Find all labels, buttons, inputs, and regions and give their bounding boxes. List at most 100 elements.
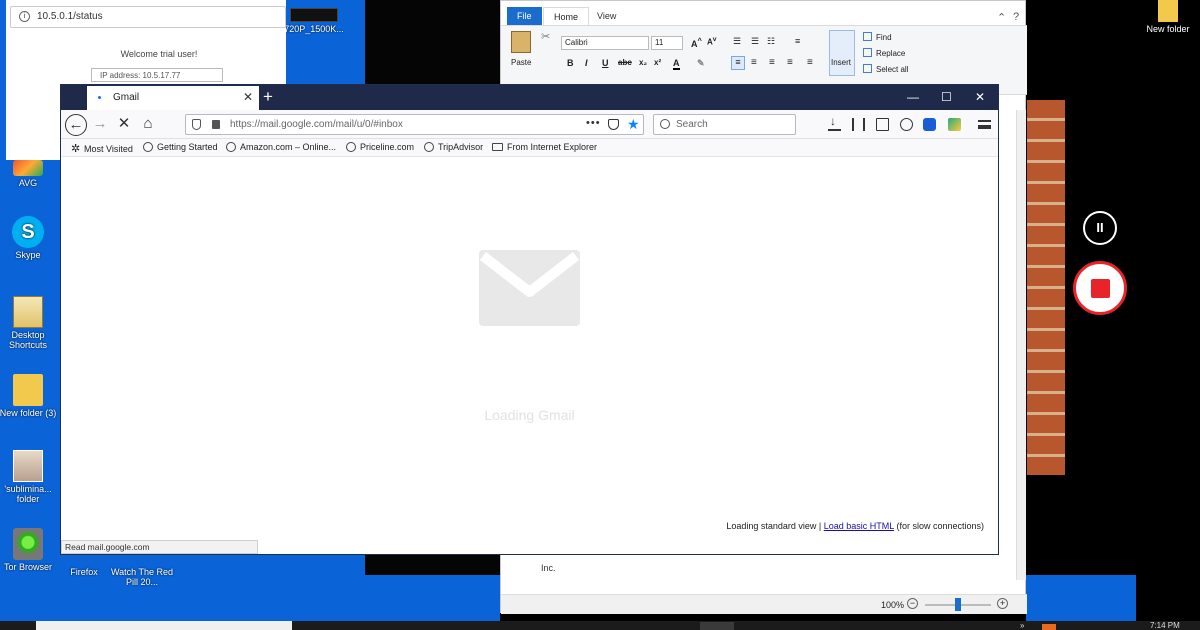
bold-button[interactable]: B xyxy=(567,58,574,68)
globe-icon xyxy=(424,142,434,152)
align-center-button[interactable]: ≡ xyxy=(751,57,757,68)
shortcut-icon xyxy=(13,296,43,328)
home-button[interactable]: ⌂ xyxy=(137,114,159,136)
bookmark-label: TripAdvisor xyxy=(438,142,484,152)
tab-view[interactable]: View xyxy=(587,7,626,25)
info-icon[interactable]: i xyxy=(19,11,30,22)
photo-icon xyxy=(13,450,43,482)
tracking-shield-icon[interactable] xyxy=(192,119,201,130)
zoom-slider-handle[interactable] xyxy=(955,598,961,611)
account-icon[interactable] xyxy=(900,118,913,131)
portal-welcome-text: Welcome trial user! xyxy=(120,49,198,59)
align-left-button[interactable]: ≡ xyxy=(731,56,745,70)
justify-button[interactable]: ≡ xyxy=(787,57,793,68)
wordpad-scrollbar[interactable] xyxy=(1016,110,1026,580)
close-window-button[interactable]: ✕ xyxy=(975,90,985,104)
zoom-out-button[interactable]: − xyxy=(907,598,918,609)
stop-loading-button[interactable]: ✕ xyxy=(113,114,135,136)
find-button[interactable]: Find xyxy=(863,32,892,42)
search-bar[interactable]: Search xyxy=(653,114,796,135)
paste-icon[interactable] xyxy=(511,31,531,53)
pocket-icon[interactable] xyxy=(608,119,619,130)
forward-button[interactable]: → xyxy=(89,114,111,136)
underline-button[interactable]: U xyxy=(602,58,609,68)
list-icon[interactable]: ☷ xyxy=(767,36,775,47)
folder-icon xyxy=(1158,0,1178,22)
paste-label: Paste xyxy=(511,58,532,67)
font-size-select[interactable]: 11 xyxy=(651,36,683,50)
extension-icon[interactable] xyxy=(923,118,936,131)
select-all-button[interactable]: Select all xyxy=(863,64,908,74)
close-tab-icon[interactable]: ✕ xyxy=(243,90,253,104)
back-button[interactable]: ← xyxy=(65,114,87,136)
taskbar-active-app[interactable] xyxy=(700,622,734,630)
extension-icon-2[interactable] xyxy=(948,118,961,131)
outdent-icon[interactable]: ☰ xyxy=(751,36,759,47)
cut-icon[interactable]: ✂ xyxy=(541,30,550,43)
line-spacing-icon[interactable]: ≡ xyxy=(795,36,800,46)
url-bar[interactable]: https://mail.google.com/mail/u/0/#inbox … xyxy=(185,114,644,135)
desktop-icon-avg[interactable]: AVG xyxy=(0,160,58,188)
tab-gmail[interactable]: Gmail ✕ xyxy=(87,86,259,110)
tab-strip: Gmail ✕ + — ☐ ✕ xyxy=(61,85,998,110)
taskbar-search-box[interactable] xyxy=(36,621,292,630)
insert-button[interactable] xyxy=(829,30,855,76)
highlight-icon[interactable]: ✎ xyxy=(697,58,705,69)
replace-label: Replace xyxy=(876,49,906,58)
desktop-icon-firefox[interactable]: Firefox xyxy=(54,567,114,577)
folder-icon xyxy=(13,374,43,406)
lock-icon[interactable] xyxy=(212,120,220,129)
chevron-icon[interactable]: » xyxy=(1020,621,1024,630)
hamburger-menu-icon[interactable] xyxy=(978,120,991,129)
bookmark-tripadvisor[interactable]: TripAdvisor xyxy=(424,142,483,152)
subscript-button[interactable]: x₂ xyxy=(639,58,647,67)
tab-home[interactable]: Home xyxy=(543,7,590,25)
page-actions-icon[interactable]: ••• xyxy=(586,117,601,129)
tab-file[interactable]: File xyxy=(507,7,542,25)
bookmark-folder-internet-explorer[interactable]: From Internet Explorer xyxy=(492,142,597,152)
bookmark-priceline[interactable]: Priceline.com xyxy=(346,142,414,152)
italic-button[interactable]: I xyxy=(585,58,588,68)
status-bar: 100% − + xyxy=(501,594,1027,614)
bookmark-amazon[interactable]: Amazon.com – Online... xyxy=(226,142,336,152)
desktop-icon-new-folder-3[interactable]: New folder (3) xyxy=(0,374,58,418)
load-basic-html-link[interactable]: Load basic HTML xyxy=(824,521,894,531)
minimize-button[interactable]: — xyxy=(907,90,919,104)
chevron-up-icon[interactable]: ⌃ xyxy=(997,11,1006,24)
desktop-icon-label: Tor Browser xyxy=(3,562,52,572)
indent-icon[interactable]: ☰ xyxy=(733,36,741,47)
portal-url-bar[interactable]: i 10.5.0.1/status xyxy=(10,6,286,28)
downloads-icon[interactable] xyxy=(828,114,841,131)
maximize-button[interactable]: ☐ xyxy=(941,90,952,104)
grow-font-icon[interactable]: A^ xyxy=(691,36,702,49)
desktop-icon-tor-browser[interactable]: Tor Browser xyxy=(0,528,58,572)
font-family-select[interactable]: Calibri xyxy=(561,36,649,50)
desktop-icon-desktop-shortcuts[interactable]: Desktop Shortcuts xyxy=(0,296,58,350)
shrink-font-icon[interactable]: Av xyxy=(707,36,716,47)
superscript-button[interactable]: x² xyxy=(654,58,661,67)
desktop-icon-red-pill[interactable]: Watch The Red Pill 20... xyxy=(110,567,174,587)
tray-app-icon[interactable] xyxy=(1042,624,1056,630)
sidebar-icon[interactable] xyxy=(876,118,889,131)
bookmark-star-icon[interactable]: ★ xyxy=(627,116,640,133)
taskbar-clock[interactable]: 7:14 PM xyxy=(1150,621,1180,630)
desktop-icon-video[interactable]: 720P_1500K... xyxy=(282,8,346,34)
paragraph-button[interactable]: ≡ xyxy=(807,57,813,68)
library-icon[interactable] xyxy=(852,118,865,131)
pause-recording-button[interactable]: II xyxy=(1083,211,1117,245)
font-color-icon[interactable]: A xyxy=(673,58,680,70)
new-tab-button[interactable]: + xyxy=(263,87,273,107)
replace-button[interactable]: Replace xyxy=(863,48,905,58)
stop-recording-button[interactable] xyxy=(1073,261,1127,315)
help-icon[interactable]: ? xyxy=(1013,11,1019,23)
zoom-in-button[interactable]: + xyxy=(997,598,1008,609)
align-right-button[interactable]: ≡ xyxy=(769,57,775,68)
stop-icon xyxy=(1091,279,1110,298)
bookmark-getting-started[interactable]: Getting Started xyxy=(143,142,218,152)
strikethrough-button[interactable]: abc xyxy=(618,58,632,67)
bookmark-most-visited[interactable]: ✲ Most Visited xyxy=(71,142,133,155)
portal-url-text: 10.5.0.1/status xyxy=(37,11,103,22)
desktop-icon-new-folder[interactable]: New folder xyxy=(1140,0,1196,34)
desktop-icon-skype[interactable]: S Skype xyxy=(0,216,58,260)
desktop-icon-subliminal-folder[interactable]: 'sublimina... folder xyxy=(0,450,58,504)
